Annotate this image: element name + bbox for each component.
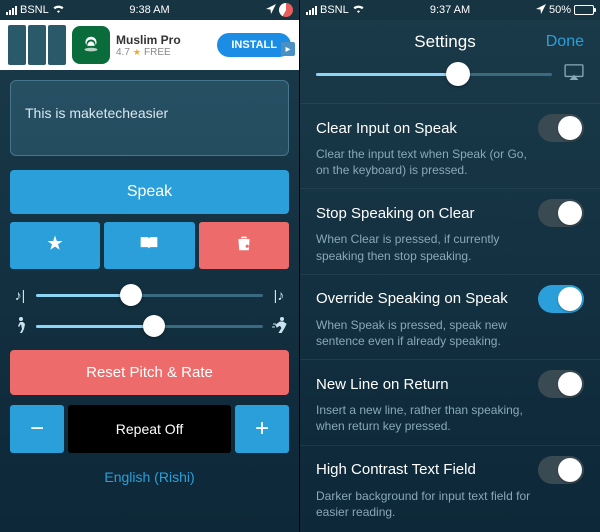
repeat-plus-button[interactable]: + (235, 405, 289, 453)
battery-pie-icon (279, 3, 293, 17)
trash-icon (236, 234, 252, 257)
location-icon (536, 4, 546, 17)
airplay-icon[interactable] (564, 64, 584, 85)
setting-toggle[interactable] (538, 285, 584, 313)
status-time: 9:37 AM (430, 4, 470, 16)
status-bar: BSNL 9:38 AM (0, 0, 299, 20)
settings-list: Clear Input on Speak Clear the input tex… (300, 103, 600, 530)
setting-toggle[interactable] (538, 114, 584, 142)
book-icon (139, 235, 159, 256)
wifi-icon (52, 4, 65, 17)
status-time: 9:38 AM (129, 4, 169, 16)
ad-meta: 4.7★ FREE (116, 47, 211, 58)
location-icon (266, 4, 276, 17)
speak-button[interactable]: Speak (10, 170, 289, 214)
low-pitch-icon: ♪| (12, 287, 28, 303)
setting-toggle[interactable] (538, 456, 584, 484)
screen-settings: BSNL 9:37 AM 50% Settings Done (300, 0, 600, 532)
language-button[interactable]: English (Rishi) (10, 465, 289, 485)
setting-title: Override Speaking on Speak (316, 290, 508, 307)
setting-item: Override Speaking on Speak When Speak is… (300, 274, 600, 359)
setting-title: New Line on Return (316, 376, 449, 393)
setting-toggle[interactable] (538, 199, 584, 227)
pitch-slider[interactable] (36, 294, 263, 297)
ad-title: Muslim Pro (116, 33, 211, 47)
volume-row (300, 60, 600, 103)
done-button[interactable]: Done (534, 33, 584, 51)
setting-title: Stop Speaking on Clear (316, 205, 474, 222)
battery-label: 50% (549, 4, 571, 16)
favorite-button[interactable] (10, 222, 100, 269)
setting-desc: Insert a new line, rather than speaking,… (316, 402, 584, 434)
setting-desc: When Speak is pressed, speak new sentenc… (316, 317, 584, 349)
settings-title: Settings (356, 32, 534, 52)
rate-slider-row (10, 317, 289, 336)
carrier-label: BSNL (320, 4, 349, 16)
setting-title: Clear Input on Speak (316, 120, 457, 137)
battery-icon (574, 5, 594, 15)
setting-item: New Line on Return Insert a new line, ra… (300, 359, 600, 444)
signal-icon (6, 6, 17, 15)
settings-header: Settings Done (300, 20, 600, 60)
ad-app-icon (72, 26, 110, 64)
repeat-label[interactable]: Repeat Off (68, 405, 231, 453)
run-icon (271, 317, 287, 336)
setting-item: High Contrast Text Field Darker backgrou… (300, 445, 600, 530)
volume-slider[interactable] (316, 73, 552, 76)
install-button[interactable]: INSTALL (217, 33, 291, 57)
text-input[interactable]: This is maketecheasier (10, 80, 289, 156)
ad-close-icon[interactable]: ▸ (281, 42, 295, 56)
wifi-icon (352, 4, 365, 17)
setting-desc: Darker background for input text field f… (316, 488, 584, 520)
star-icon (46, 234, 64, 257)
clear-button[interactable] (199, 222, 289, 269)
high-pitch-icon: |♪ (271, 287, 287, 303)
history-button[interactable] (104, 222, 194, 269)
setting-desc: Clear the input text when Speak (or Go, … (316, 146, 584, 178)
pitch-slider-row: ♪| |♪ (10, 287, 289, 303)
status-bar: BSNL 9:37 AM 50% (300, 0, 600, 20)
screen-main: BSNL 9:38 AM Muslim Pro 4.7★ FREE INS (0, 0, 300, 532)
setting-toggle[interactable] (538, 370, 584, 398)
ad-screenshots (8, 25, 66, 65)
setting-item: Stop Speaking on Clear When Clear is pre… (300, 188, 600, 273)
ad-banner[interactable]: Muslim Pro 4.7★ FREE INSTALL ▸ (0, 20, 299, 70)
setting-desc: When Clear is pressed, if currently spea… (316, 231, 584, 263)
repeat-minus-button[interactable]: − (10, 405, 64, 453)
setting-title: High Contrast Text Field (316, 461, 476, 478)
signal-icon (306, 6, 317, 15)
carrier-label: BSNL (20, 4, 49, 16)
setting-item: Clear Input on Speak Clear the input tex… (300, 103, 600, 188)
reset-button[interactable]: Reset Pitch & Rate (10, 350, 289, 395)
walk-icon (12, 317, 28, 336)
rate-slider[interactable] (36, 325, 263, 328)
